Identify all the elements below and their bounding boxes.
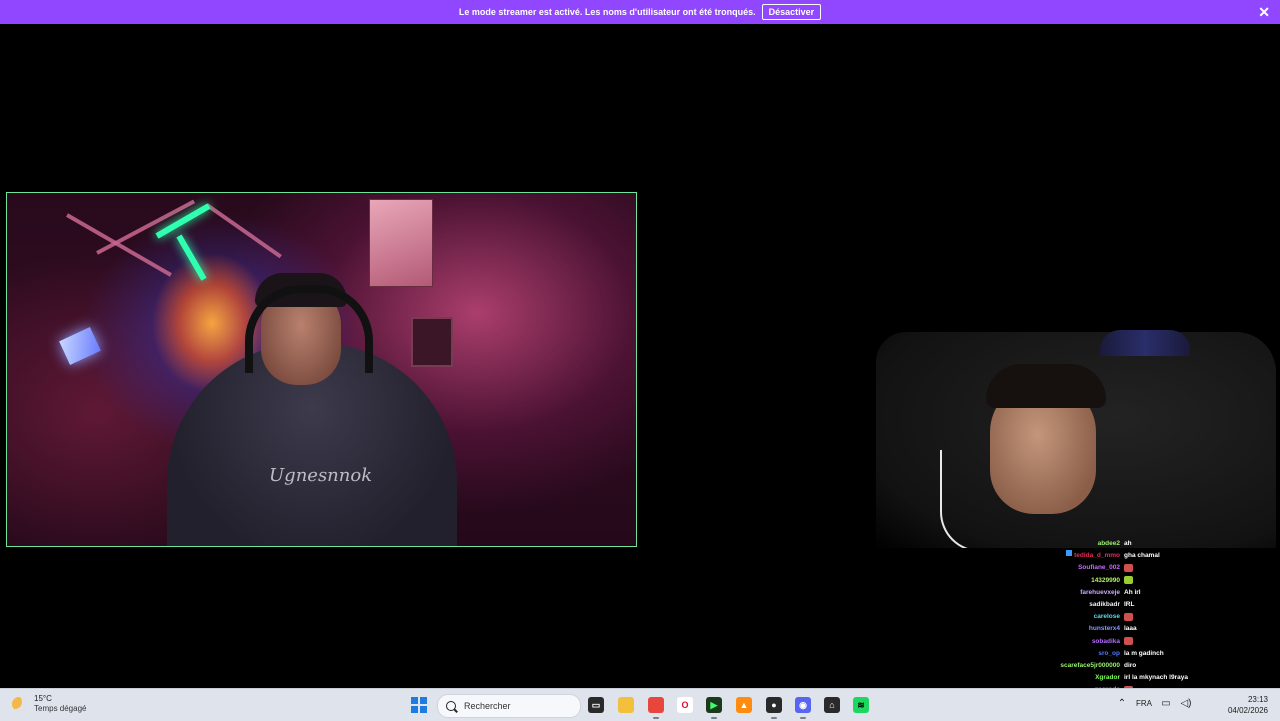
search-label: Rechercher (464, 701, 511, 711)
chat-text (1124, 636, 1194, 648)
chat-message: 14329990 (934, 575, 1194, 587)
chat-username[interactable]: abdee2 (1098, 538, 1120, 550)
chat-emote-icon (1124, 563, 1133, 572)
disable-streamer-mode-button[interactable]: Désactiver (761, 4, 822, 20)
chat-badge-icon (1066, 550, 1073, 557)
store-icon[interactable]: ⌂ (824, 697, 840, 713)
chat-username[interactable]: hunsterx4 (1089, 623, 1120, 635)
chat-username[interactable]: farehuevxeje (1080, 587, 1120, 599)
neon-light (96, 199, 196, 255)
chat-username[interactable]: scareface5jr000000 (1060, 660, 1120, 672)
streamer-mode-banner: Le mode streamer est activé. Les noms d'… (0, 0, 1280, 24)
chat-username[interactable]: sro_op (1098, 648, 1120, 660)
running-indicator (771, 717, 777, 719)
chat-emote-icon (1124, 575, 1133, 584)
chrome-icon[interactable] (648, 697, 664, 713)
hoodie-logo-text: Ugnesnnok (269, 465, 373, 486)
guest-hair (986, 364, 1106, 408)
chat-text (1124, 611, 1194, 623)
windows-logo-icon (420, 697, 427, 704)
chat-text: ah (1124, 540, 1132, 547)
chat-username[interactable]: tedida_d_mmo (1074, 550, 1120, 562)
chat-emote-icon (1124, 612, 1133, 621)
opera-icon[interactable]: O (677, 697, 693, 713)
moon-icon (12, 697, 26, 711)
streamer-camera-left: Ugnesnnok (6, 192, 637, 547)
chat-message: sobadika (934, 636, 1194, 648)
chat-message: tedida_d_mmo gha chamal (934, 550, 1194, 562)
headset-icon (245, 285, 373, 373)
task-view-icon[interactable]: ▭ (588, 697, 604, 713)
weather-widget[interactable]: 15°C Temps dégagé (12, 694, 86, 714)
banner-message: Le mode streamer est activé. Les noms d'… (458, 7, 756, 17)
chat-username[interactable]: carelose (1094, 611, 1120, 623)
wall-poster (369, 199, 433, 287)
taskbar-search-box[interactable]: Rechercher (437, 694, 581, 718)
system-tray: ⌃ FRA ▭ ◁) (1116, 697, 1192, 709)
chat-message: carelose (934, 611, 1194, 623)
chat-overlay: abdee2 ah tedida_d_mmo gha chamal Soufiane_0… (934, 538, 1194, 697)
chat-text: diro (1124, 662, 1137, 670)
search-icon (446, 701, 456, 711)
chat-username[interactable]: Xgrador (1095, 672, 1120, 684)
chat-text (1124, 562, 1194, 574)
weather-desc: Temps dégagé (34, 704, 87, 713)
chat-text: irl la mkynach l9raya (1124, 674, 1188, 682)
running-indicator (800, 717, 806, 719)
chat-text: gha chamal (1124, 552, 1160, 560)
network-icon[interactable]: ▭ (1160, 697, 1172, 709)
chat-emote-icon (1124, 636, 1133, 645)
chat-username[interactable]: 14329990 (1091, 575, 1120, 587)
weather-temp: 15°C (34, 694, 52, 703)
chat-text (1124, 575, 1194, 587)
chair-headrest (1100, 330, 1190, 356)
guest-camera-right (800, 330, 1280, 548)
chat-message: scareface5jr000000 diro (934, 660, 1194, 672)
running-indicator (711, 717, 717, 719)
clock-date: 04/02/2026 (1227, 706, 1268, 715)
clock-time: 23:13 (1247, 695, 1268, 704)
windows-taskbar: 15°C Temps dégagé Rechercher ▭ O ▶ ▲ ● ◉ ⌂ ≋ ⌃ … (0, 688, 1280, 721)
chat-text: Ah irl (1124, 588, 1141, 596)
obs-icon[interactable]: ● (766, 697, 782, 713)
chat-username[interactable]: sadikbadr (1089, 599, 1120, 611)
chat-username[interactable]: Soufiane_002 (1078, 562, 1120, 574)
chat-message: Xgrador irl la mkynach l9raya (934, 672, 1194, 684)
neon-green-light (176, 234, 207, 281)
volume-icon[interactable]: ◁) (1180, 697, 1192, 709)
chat-message: farehuevxeje Ah irl (934, 587, 1194, 599)
chat-text: la m gadinch (1124, 649, 1164, 657)
spotify-icon[interactable]: ≋ (853, 697, 869, 713)
discord-icon[interactable]: ◉ (795, 697, 811, 713)
start-button[interactable] (411, 697, 427, 713)
chat-username[interactable]: sobadika (1092, 636, 1120, 648)
chat-message: abdee2 ah (934, 538, 1194, 550)
clock[interactable]: 23:13 04/02/2026 (1228, 694, 1268, 716)
windows-logo-icon (411, 697, 418, 704)
chevron-up-icon[interactable]: ⌃ (1116, 697, 1128, 709)
language-indicator[interactable]: FRA (1136, 699, 1152, 708)
running-indicator (653, 717, 659, 719)
chat-text: laaa (1124, 625, 1137, 633)
file-explorer-icon[interactable] (618, 697, 634, 713)
close-icon[interactable]: ✕ (1258, 4, 1270, 20)
windows-logo-icon (420, 706, 427, 713)
chat-message: sadikbadr IRL (934, 599, 1194, 611)
windows-logo-icon (411, 706, 418, 713)
chat-text: IRL (1124, 601, 1135, 609)
vlc-icon[interactable]: ▲ (736, 697, 752, 713)
desk-lamp (59, 327, 101, 365)
neon-light (205, 203, 282, 259)
wall-frame (411, 317, 453, 367)
chat-message: Soufiane_002 (934, 562, 1194, 574)
chat-message: sro_op la m gadinch (934, 648, 1194, 660)
chat-message: hunsterx4 laaa (934, 623, 1194, 635)
terminal-app-icon[interactable]: ▶ (706, 697, 722, 713)
